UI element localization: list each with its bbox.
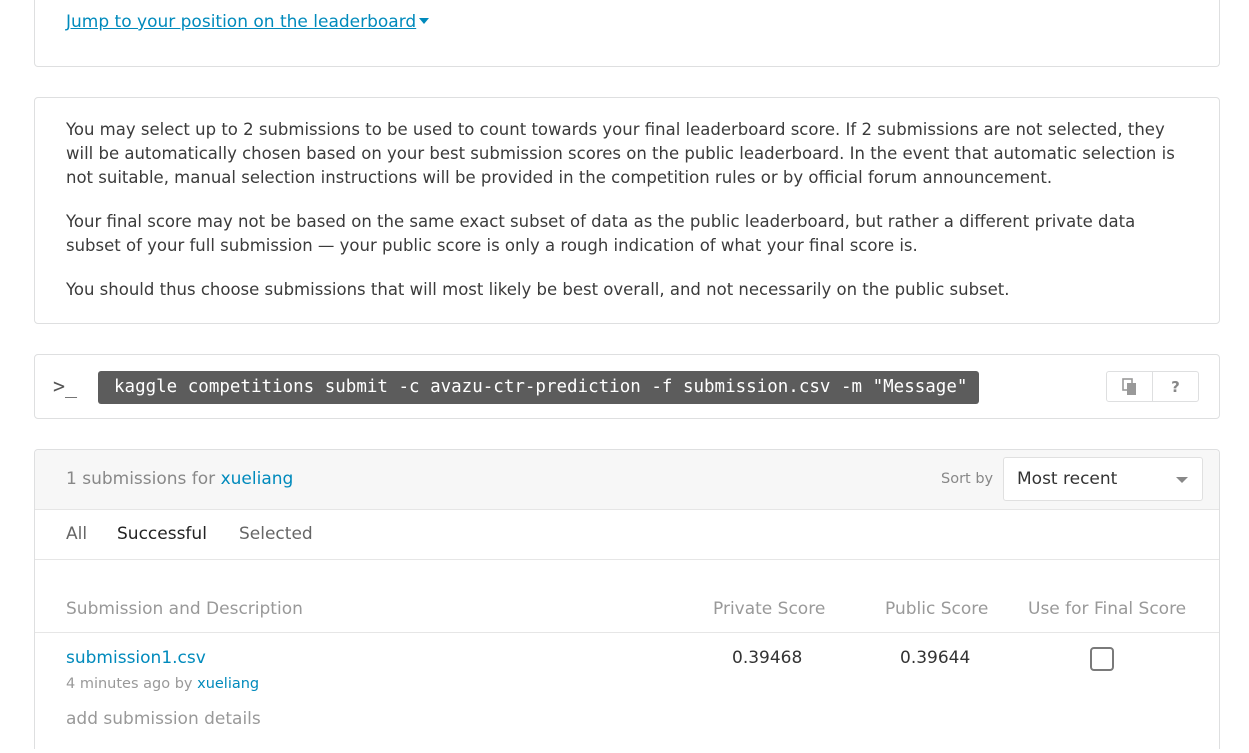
public-score-value: 0.39644 xyxy=(900,648,971,668)
submissions-header: 1 submissions for xueliang Sort by Most … xyxy=(35,450,1219,510)
use-for-final-score-checkbox[interactable] xyxy=(1090,647,1114,671)
submission-file-link[interactable]: submission1.csv xyxy=(66,648,206,668)
copy-command-button[interactable] xyxy=(1107,372,1152,401)
leaderboard-jump-card: Jump to your position on the leaderboard xyxy=(34,0,1220,67)
add-submission-details-link[interactable]: add submission details xyxy=(66,709,261,729)
info-paragraph-2: Your final score may not be based on the… xyxy=(66,212,1136,255)
api-command-text[interactable]: kaggle competitions submit -c avazu-ctr-… xyxy=(98,371,979,404)
submission-author-link[interactable]: xueliang xyxy=(197,676,259,692)
help-button[interactable]: ? xyxy=(1152,372,1198,401)
help-icon: ? xyxy=(1171,377,1180,396)
private-score-value: 0.39468 xyxy=(732,648,803,668)
cli-button-group: ? xyxy=(1106,371,1199,402)
submission-selection-info: You may select up to 2 submissions to be… xyxy=(34,97,1220,324)
tab-all[interactable]: All xyxy=(66,524,87,544)
sort-selected-value: Most recent xyxy=(1017,469,1118,489)
sort-select[interactable]: Most recent xyxy=(1003,457,1203,501)
chevron-down-icon xyxy=(1176,477,1188,483)
api-command-card: >_ kaggle competitions submit -c avazu-c… xyxy=(34,354,1220,419)
column-header-description: Submission and Description xyxy=(66,599,303,619)
table-row: submission1.csv 4 minutes ago by xuelian… xyxy=(35,633,1219,753)
jump-to-position-link[interactable]: Jump to your position on the leaderboard xyxy=(66,12,430,32)
submissions-count: 1 submissions for xueliang xyxy=(66,469,293,489)
sort-label: Sort by xyxy=(941,471,994,487)
submission-time: 4 minutes ago by xyxy=(66,676,193,692)
submission-meta: 4 minutes ago by xueliang xyxy=(66,676,259,692)
info-paragraph-1: You may select up to 2 submissions to be… xyxy=(66,120,1175,187)
submissions-count-text: 1 submissions for xyxy=(66,469,216,489)
copy-icon xyxy=(1121,377,1136,395)
submission-filter-tabs: All Successful Selected xyxy=(35,509,1219,560)
caret-down-icon xyxy=(419,18,430,24)
terminal-icon: >_ xyxy=(53,374,78,398)
column-header-final-score: Use for Final Score xyxy=(1028,599,1187,619)
tab-selected[interactable]: Selected xyxy=(239,524,313,544)
tab-successful[interactable]: Successful xyxy=(117,524,207,544)
submissions-user-link[interactable]: xueliang xyxy=(221,469,294,489)
info-paragraph-3: You should thus choose submissions that … xyxy=(66,280,1010,299)
column-header-private-score: Private Score xyxy=(713,599,826,619)
table-header: Submission and Description Private Score… xyxy=(35,599,1219,633)
jump-link-label: Jump to your position on the leaderboard xyxy=(66,12,417,32)
column-header-public-score: Public Score xyxy=(885,599,989,619)
submissions-panel: 1 submissions for xueliang Sort by Most … xyxy=(34,449,1220,749)
